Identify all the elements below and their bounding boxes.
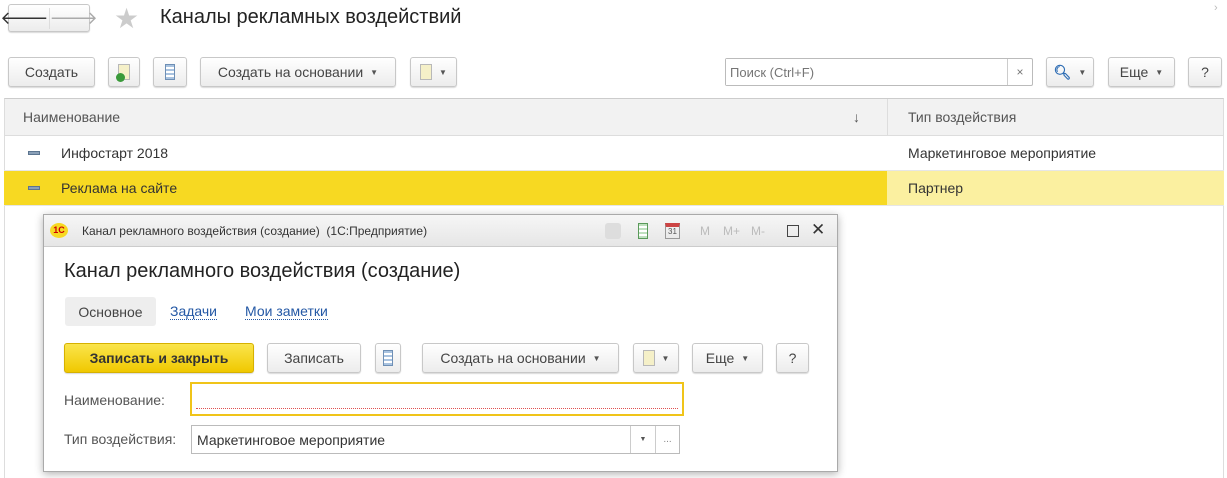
chevron-down-icon: ▼: [1078, 67, 1087, 77]
sort-arrow-icon: ↓: [853, 109, 860, 125]
dropdown-button[interactable]: ▼: [630, 426, 655, 453]
create-copy-button[interactable]: [108, 57, 140, 87]
more-label: Еще: [705, 350, 735, 366]
chevron-down-icon: ▼: [741, 353, 750, 363]
reports-button[interactable]: ▼: [633, 343, 679, 373]
reports-button[interactable]: ▼: [410, 57, 457, 87]
choose-button[interactable]: ...: [655, 426, 679, 453]
table-row-selected[interactable]: Реклама на сайте Партнер: [4, 171, 1224, 206]
dialog-titlebar: 1С Канал рекламного воздействия (создани…: [44, 215, 837, 247]
maximize-icon[interactable]: [787, 225, 799, 237]
calendar-icon[interactable]: 31: [665, 223, 680, 239]
chevron-down-icon: ▼: [439, 67, 447, 77]
nav-buttons: 🡐 🡒: [0, 4, 98, 32]
memory-mminus-button[interactable]: M-: [751, 224, 765, 238]
page-title: Каналы рекламных воздействий: [160, 6, 462, 28]
tab-notes[interactable]: Мои заметки: [245, 303, 328, 320]
search-icon: 🔍︎: [1053, 63, 1072, 80]
close-icon[interactable]: ›: [1214, 2, 1218, 14]
search-button[interactable]: 🔍︎ ▼: [1046, 57, 1094, 87]
report-icon: [420, 64, 433, 80]
dialog-title: Канал рекламного воздействия (создание): [64, 260, 461, 282]
report-icon: [642, 350, 655, 366]
table-row[interactable]: Инфостарт 2018 Маркетинговое мероприятие: [4, 136, 1224, 171]
cell-type: Маркетинговое мероприятие: [908, 145, 1097, 161]
required-underline: [196, 408, 678, 409]
forward-button[interactable]: 🡒: [50, 8, 98, 29]
search-input-wrap: ×: [725, 58, 1033, 86]
back-button[interactable]: 🡐: [0, 7, 50, 29]
chevron-down-icon: ▼: [370, 67, 379, 77]
memory-m-button[interactable]: M: [700, 224, 710, 238]
column-name-label: Наименование: [23, 109, 121, 125]
item-marker-icon: [28, 186, 40, 190]
document-add-icon: [116, 64, 130, 82]
tab-main[interactable]: Основное: [65, 297, 156, 326]
name-input[interactable]: [190, 382, 684, 416]
search-clear-button[interactable]: ×: [1007, 59, 1032, 85]
create-based-label: Создать на основании: [217, 64, 364, 80]
tab-tasks[interactable]: Задачи: [170, 303, 218, 320]
item-marker-icon: [28, 151, 40, 155]
list-button[interactable]: [153, 57, 187, 87]
1c-logo: 1С: [50, 223, 68, 238]
type-value: Маркетинговое мероприятие: [197, 431, 386, 448]
chevron-down-icon: ▼: [592, 353, 601, 363]
create-based-button[interactable]: Создать на основании ▼: [200, 57, 396, 87]
more-label: Еще: [1119, 64, 1149, 80]
type-select[interactable]: Маркетинговое мероприятие ▼ ...: [191, 425, 680, 454]
save-close-button[interactable]: Записать и закрыть: [64, 343, 254, 373]
help-button[interactable]: ?: [1188, 57, 1222, 87]
chevron-down-icon: ▼: [1155, 67, 1164, 77]
dialog-window: 1С Канал рекламного воздействия (создани…: [43, 214, 838, 472]
favorite-star-icon[interactable]: ★: [114, 2, 139, 35]
list-icon: [165, 64, 175, 80]
calculator-icon[interactable]: [638, 223, 648, 239]
cell-name: Инфостарт 2018: [61, 145, 169, 161]
list-icon: [383, 350, 393, 366]
memory-mplus-button[interactable]: M+: [723, 224, 740, 238]
more-button[interactable]: Еще ▼: [1108, 57, 1175, 87]
save-button[interactable]: Записать: [267, 343, 361, 373]
print-icon[interactable]: [605, 223, 621, 239]
create-based-button[interactable]: Создать на основании ▼: [422, 343, 619, 373]
search-input[interactable]: [726, 59, 1007, 85]
type-label: Тип воздействия:: [64, 431, 177, 447]
create-button[interactable]: Создать: [8, 57, 95, 87]
close-icon[interactable]: ✕: [811, 220, 825, 240]
dialog-window-title: Канал рекламного воздействия (создание) …: [82, 224, 428, 238]
more-button[interactable]: Еще ▼: [692, 343, 763, 373]
list-button[interactable]: [375, 343, 401, 373]
help-button[interactable]: ?: [776, 343, 809, 373]
chevron-down-icon: ▼: [661, 353, 670, 363]
column-header-name[interactable]: Наименование ↓: [5, 99, 888, 136]
name-label: Наименование:: [64, 392, 165, 408]
create-based-label: Создать на основании: [440, 350, 586, 366]
column-header-type[interactable]: Тип воздействия: [888, 99, 1223, 136]
cell-type: Партнер: [908, 180, 964, 196]
cell-name: Реклама на сайте: [61, 180, 178, 196]
